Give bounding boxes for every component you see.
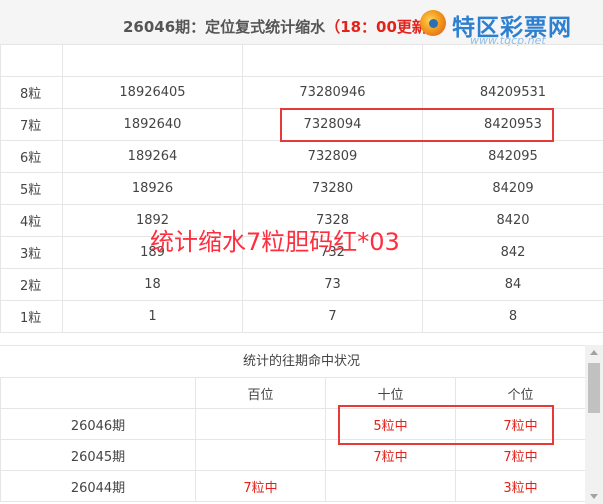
row-label: 1粒 bbox=[0, 300, 63, 333]
row-label: 4粒 bbox=[0, 204, 63, 237]
grid-header-cell bbox=[0, 44, 63, 77]
tens-cell: 732809 bbox=[242, 140, 423, 173]
grid-header-cell bbox=[242, 44, 423, 77]
scroll-down-arrow-icon[interactable] bbox=[590, 494, 598, 499]
hundreds-cell: 18926 bbox=[62, 172, 243, 205]
highlight-box-7-grain bbox=[280, 108, 554, 142]
page-title: 26046期：定位复式统计缩水（18：00更新） bbox=[123, 16, 442, 37]
vertical-scrollbar[interactable] bbox=[585, 345, 603, 504]
hundreds-result bbox=[195, 439, 326, 471]
history-title: 统计的往期命中状况 bbox=[0, 345, 603, 378]
grid-row: 2粒 18 73 84 bbox=[0, 268, 603, 301]
grid-row: 6粒 189264 732809 842095 bbox=[0, 140, 603, 173]
shrink-grid: 8粒 18926405 73280946 84209531 7粒 1892640… bbox=[0, 44, 603, 333]
hundreds-cell: 18926405 bbox=[62, 76, 243, 109]
lottery-ball-icon bbox=[420, 10, 446, 36]
row-label: 8粒 bbox=[0, 76, 63, 109]
scroll-thumb[interactable] bbox=[588, 363, 600, 413]
grid-row: 1粒 1 7 8 bbox=[0, 300, 603, 333]
ones-cell: 842095 bbox=[422, 140, 603, 173]
page-header: 26046期：定位复式统计缩水（18：00更新） 特区彩票网 www.tqcp.… bbox=[0, 0, 603, 47]
row-label: 3粒 bbox=[0, 236, 63, 269]
grid-row: 8粒 18926405 73280946 84209531 bbox=[0, 76, 603, 109]
tens-cell: 7 bbox=[242, 300, 423, 333]
column-header-ones: 个位 bbox=[455, 377, 586, 409]
row-label: 6粒 bbox=[0, 140, 63, 173]
column-header-hundreds: 百位 bbox=[195, 377, 326, 409]
grid-header-cell bbox=[422, 44, 603, 77]
hundreds-result: 7粒中 bbox=[195, 470, 326, 502]
grid-header-cell bbox=[62, 44, 243, 77]
history-row: 26044期 7粒中 3粒中 bbox=[0, 470, 586, 502]
ones-cell: 8 bbox=[422, 300, 603, 333]
ones-cell: 84 bbox=[422, 268, 603, 301]
period-cell: 26045期 bbox=[0, 439, 196, 471]
tens-result bbox=[325, 470, 456, 502]
title-text: 26046期：定位复式统计缩水 bbox=[123, 18, 326, 36]
hundreds-cell: 1 bbox=[62, 300, 243, 333]
history-header-row: 百位 十位 个位 bbox=[0, 377, 586, 409]
column-header-tens: 十位 bbox=[325, 377, 456, 409]
hundreds-result bbox=[195, 408, 326, 440]
ones-cell: 842 bbox=[422, 236, 603, 269]
tens-cell: 73280946 bbox=[242, 76, 423, 109]
ones-result: 3粒中 bbox=[455, 470, 586, 502]
ones-cell: 84209531 bbox=[422, 76, 603, 109]
grid-row: 5粒 18926 73280 84209 bbox=[0, 172, 603, 205]
column-header bbox=[0, 377, 196, 409]
tens-cell: 73280 bbox=[242, 172, 423, 205]
period-cell: 26046期 bbox=[0, 408, 196, 440]
hundreds-cell: 1892640 bbox=[62, 108, 243, 141]
overlay-caption: 统计缩水7粒胆码红*03 bbox=[150, 228, 400, 256]
period-cell: 26044期 bbox=[0, 470, 196, 502]
row-label: 7粒 bbox=[0, 108, 63, 141]
grid-header-row bbox=[0, 44, 603, 77]
hundreds-cell: 189264 bbox=[62, 140, 243, 173]
scroll-up-arrow-icon[interactable] bbox=[590, 350, 598, 355]
ones-cell: 8420 bbox=[422, 204, 603, 237]
hundreds-cell: 18 bbox=[62, 268, 243, 301]
highlight-box-hits bbox=[338, 405, 554, 445]
ones-cell: 84209 bbox=[422, 172, 603, 205]
tens-cell: 73 bbox=[242, 268, 423, 301]
row-label: 2粒 bbox=[0, 268, 63, 301]
row-label: 5粒 bbox=[0, 172, 63, 205]
